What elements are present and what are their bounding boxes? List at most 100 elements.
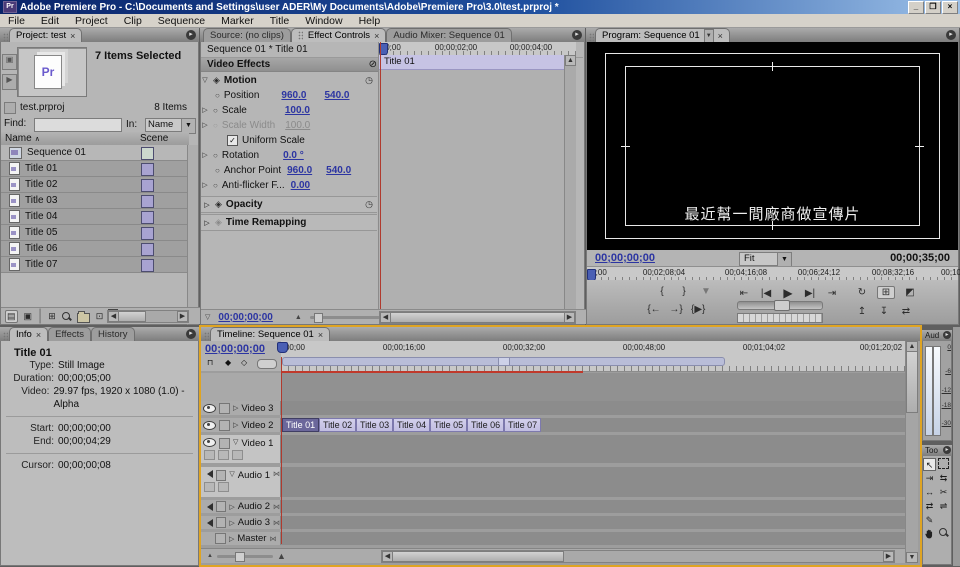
track-display-style-icons[interactable] (204, 482, 229, 492)
ripple-edit-tool[interactable]: ⇥ (923, 472, 936, 485)
track-lock-toggle[interactable] (216, 501, 226, 512)
scale-value[interactable]: 100.0 (285, 105, 310, 116)
scrollbar-thumb[interactable] (392, 551, 564, 562)
find-input[interactable] (34, 118, 122, 132)
program-current-timecode[interactable]: 00;00;00;00 (595, 252, 655, 264)
expand-icon[interactable]: ▷ (201, 181, 209, 189)
video-effects-section-header[interactable]: Video Effects ⊘ (201, 58, 383, 72)
unnumbered-marker-icon[interactable]: ◇ (241, 358, 247, 367)
menu-help[interactable]: Help (351, 15, 389, 27)
menu-window[interactable]: Window (297, 15, 350, 27)
track-lock-toggle[interactable] (216, 517, 226, 528)
project-vertical-scrollbar[interactable]: ▼ (187, 145, 198, 325)
goto-previous-edit-button[interactable]: ⇤ (737, 288, 751, 299)
ec-vertical-scrollbar[interactable]: ▲ (564, 55, 576, 311)
expand-icon[interactable]: ▷ (201, 106, 209, 114)
snap-toggle-icon[interactable]: ⊓ (207, 358, 213, 367)
tab-history[interactable]: History (91, 327, 135, 341)
collapse-arrow-icon[interactable]: ▽ (229, 470, 234, 478)
toggle-track-output-icon[interactable] (203, 421, 216, 430)
clip-title-04[interactable]: Title 04 (393, 418, 430, 432)
track-header-video-3[interactable]: ▷ Video 3 (201, 401, 281, 415)
track-lane[interactable] (281, 401, 905, 415)
timeline-horizontal-scrollbar[interactable]: ◀ ▶ (381, 550, 895, 563)
scale-row[interactable]: ▷ ○ Scale 100.0 (201, 103, 377, 117)
track-header-audio-2[interactable]: ▷ Audio 2 ⋈ (201, 500, 281, 513)
anchor-x-value[interactable]: 960.0 (287, 165, 312, 176)
panel-grip-icon[interactable] (3, 33, 8, 42)
track-header-audio-3[interactable]: ▷ Audio 3 ⋈ (201, 516, 281, 529)
clip-title-03[interactable]: Title 03 (356, 418, 393, 432)
expand-arrow-icon[interactable]: ▷ (233, 404, 238, 412)
position-y-value[interactable]: 540.0 (324, 90, 349, 101)
clip-title-06[interactable]: Title 06 (467, 418, 504, 432)
toggle-track-output-icon[interactable] (203, 404, 216, 413)
expand-icon[interactable]: ▷ (201, 151, 209, 159)
project-horizontal-scrollbar[interactable]: ◀ ▶ (107, 310, 189, 323)
jog-wheel[interactable] (737, 313, 823, 323)
clip-title-07[interactable]: Title 07 (504, 418, 541, 432)
tab-audio-mixer[interactable]: Audio Mixer: Sequence 01 (386, 28, 511, 42)
collapse-icon[interactable]: ▽ (205, 313, 210, 321)
ec-ruler[interactable]: 0;00 00;00;02;00 00;00;04;00 (379, 42, 576, 56)
time-remapping-row[interactable]: ▷ ◈ Time Remapping (201, 214, 377, 231)
list-item-title-01[interactable]: Title 01 (1, 161, 189, 177)
anchor-y-value[interactable]: 540.0 (326, 165, 351, 176)
set-in-button[interactable]: { (655, 286, 669, 297)
zoom-slider-thumb[interactable] (314, 313, 323, 323)
scene-checkbox[interactable] (141, 259, 154, 272)
tab-program[interactable]: Program: Sequence 01 ▼ × (595, 28, 730, 42)
scene-checkbox[interactable] (141, 211, 154, 224)
scroll-down-icon[interactable]: ▼ (906, 552, 918, 563)
expand-icon[interactable]: ▷ (203, 201, 211, 209)
scene-checkbox[interactable] (141, 195, 154, 208)
pen-tool[interactable]: ✎ (923, 514, 936, 527)
column-scene[interactable]: Scene (140, 133, 168, 144)
ec-clip-header[interactable]: Title 01 (379, 55, 570, 70)
razor-tool[interactable]: ✂ (937, 486, 950, 499)
trim-button[interactable]: ⇄ (899, 306, 913, 317)
list-item-sequence-01[interactable]: Sequence 01 (1, 145, 189, 161)
find-button[interactable] (62, 312, 71, 321)
tab-effects[interactable]: Effects (48, 327, 91, 341)
expand-arrow-icon[interactable]: ▷ (233, 421, 238, 429)
list-item-title-07[interactable]: Title 07 (1, 257, 189, 273)
bin-collapse-button[interactable] (4, 102, 16, 114)
ec-horizontal-scrollbar[interactable]: ◀ ▶ (379, 311, 576, 324)
menu-edit[interactable]: Edit (33, 15, 67, 27)
keyframe-display-icon[interactable]: ⋈ (273, 519, 280, 527)
track-lane[interactable] (281, 500, 905, 513)
track-lane[interactable]: Title 01 Title 02 Title 03 Title 04 Titl… (281, 418, 905, 432)
tab-effect-controls[interactable]: Effect Controls × (291, 28, 386, 42)
panel-menu-icon[interactable]: ▸ (943, 446, 951, 454)
rotation-value[interactable]: 0.0 ° (283, 150, 304, 161)
scrollbar-thumb[interactable] (390, 312, 565, 323)
track-header-audio-1[interactable]: ▽ Audio 1 ⋈ (201, 467, 281, 497)
close-button[interactable]: × (942, 1, 958, 14)
toggle-animation-icon[interactable]: ○ (213, 181, 218, 190)
antiflicker-row[interactable]: ▷ ○ Anti-flicker F... 0.00 (201, 178, 377, 192)
position-row[interactable]: ○ Position 960.0 540.0 (201, 88, 391, 102)
scene-checkbox[interactable] (141, 147, 154, 160)
restore-button[interactable]: ❐ (925, 1, 941, 14)
scrollbar-thumb[interactable] (118, 311, 146, 322)
list-item-title-06[interactable]: Title 06 (1, 241, 189, 257)
list-item-title-04[interactable]: Title 04 (1, 209, 189, 225)
track-lock-toggle[interactable] (215, 533, 226, 544)
scroll-right-icon[interactable]: ▶ (177, 311, 188, 322)
reset-icon[interactable]: ◷ (365, 199, 373, 210)
expand-icon[interactable]: ▷ (203, 219, 211, 227)
tab-source[interactable]: Source: (no clips) (203, 28, 291, 42)
rotation-row[interactable]: ▷ ○ Rotation 0.0 ° (201, 148, 377, 162)
tab-info[interactable]: Info × (9, 327, 48, 341)
scene-checkbox[interactable] (141, 163, 154, 176)
menu-file[interactable]: File (0, 15, 33, 27)
menu-marker[interactable]: Marker (213, 15, 262, 27)
lift-button[interactable]: ↥ (855, 306, 869, 317)
list-item-title-02[interactable]: Title 02 (1, 177, 189, 193)
list-item-title-05[interactable]: Title 05 (1, 225, 189, 241)
keyframe-display-icon[interactable]: ⋈ (269, 535, 276, 543)
expand-arrow-icon[interactable]: ▷ (229, 503, 234, 511)
tab-timeline[interactable]: Timeline: Sequence 01 × (210, 327, 330, 341)
toggle-track-mute-icon[interactable] (203, 519, 213, 527)
